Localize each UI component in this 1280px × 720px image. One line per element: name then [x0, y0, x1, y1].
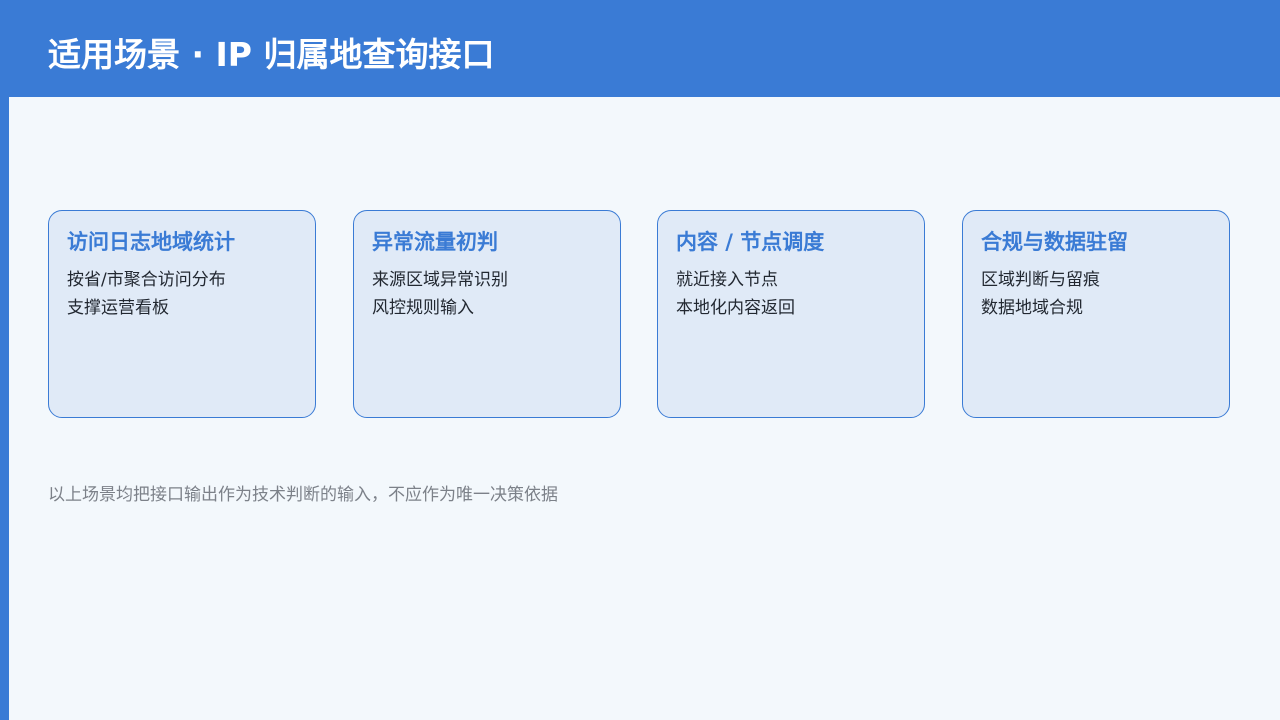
- card-point: 风控规则输入: [372, 298, 474, 318]
- card-point: 来源区域异常识别: [372, 270, 508, 290]
- card-title: 访问日志地域统计: [67, 230, 235, 254]
- footnote: 以上场景均把接口输出作为技术判断的输入，不应作为唯一决策依据: [48, 485, 558, 505]
- scenario-card-anomaly-traffic: 异常流量初判 来源区域异常识别 风控规则输入: [353, 210, 621, 418]
- card-point: 数据地域合规: [981, 298, 1083, 318]
- card-title: 合规与数据驻留: [981, 230, 1128, 254]
- scenario-cards: 访问日志地域统计 按省/市聚合访问分布 支撑运营看板 异常流量初判 来源区域异常…: [48, 210, 1234, 421]
- left-accent-bar: [0, 0, 9, 720]
- card-point: 区域判断与留痕: [981, 270, 1100, 290]
- card-title: 内容 / 节点调度: [676, 230, 825, 254]
- card-title: 异常流量初判: [372, 230, 498, 254]
- scenario-card-compliance-data-residency: 合规与数据驻留 区域判断与留痕 数据地域合规: [962, 210, 1230, 418]
- scenario-card-content-node-scheduling: 内容 / 节点调度 就近接入节点 本地化内容返回: [657, 210, 925, 418]
- card-point: 按省/市聚合访问分布: [67, 270, 226, 290]
- page-title: 适用场景 · IP 归属地查询接口: [48, 35, 495, 74]
- card-point: 就近接入节点: [676, 270, 778, 290]
- header-bar: 适用场景 · IP 归属地查询接口: [0, 0, 1280, 97]
- card-point: 本地化内容返回: [676, 298, 795, 318]
- scenario-card-access-log-stats: 访问日志地域统计 按省/市聚合访问分布 支撑运营看板: [48, 210, 316, 418]
- card-point: 支撑运营看板: [67, 298, 169, 318]
